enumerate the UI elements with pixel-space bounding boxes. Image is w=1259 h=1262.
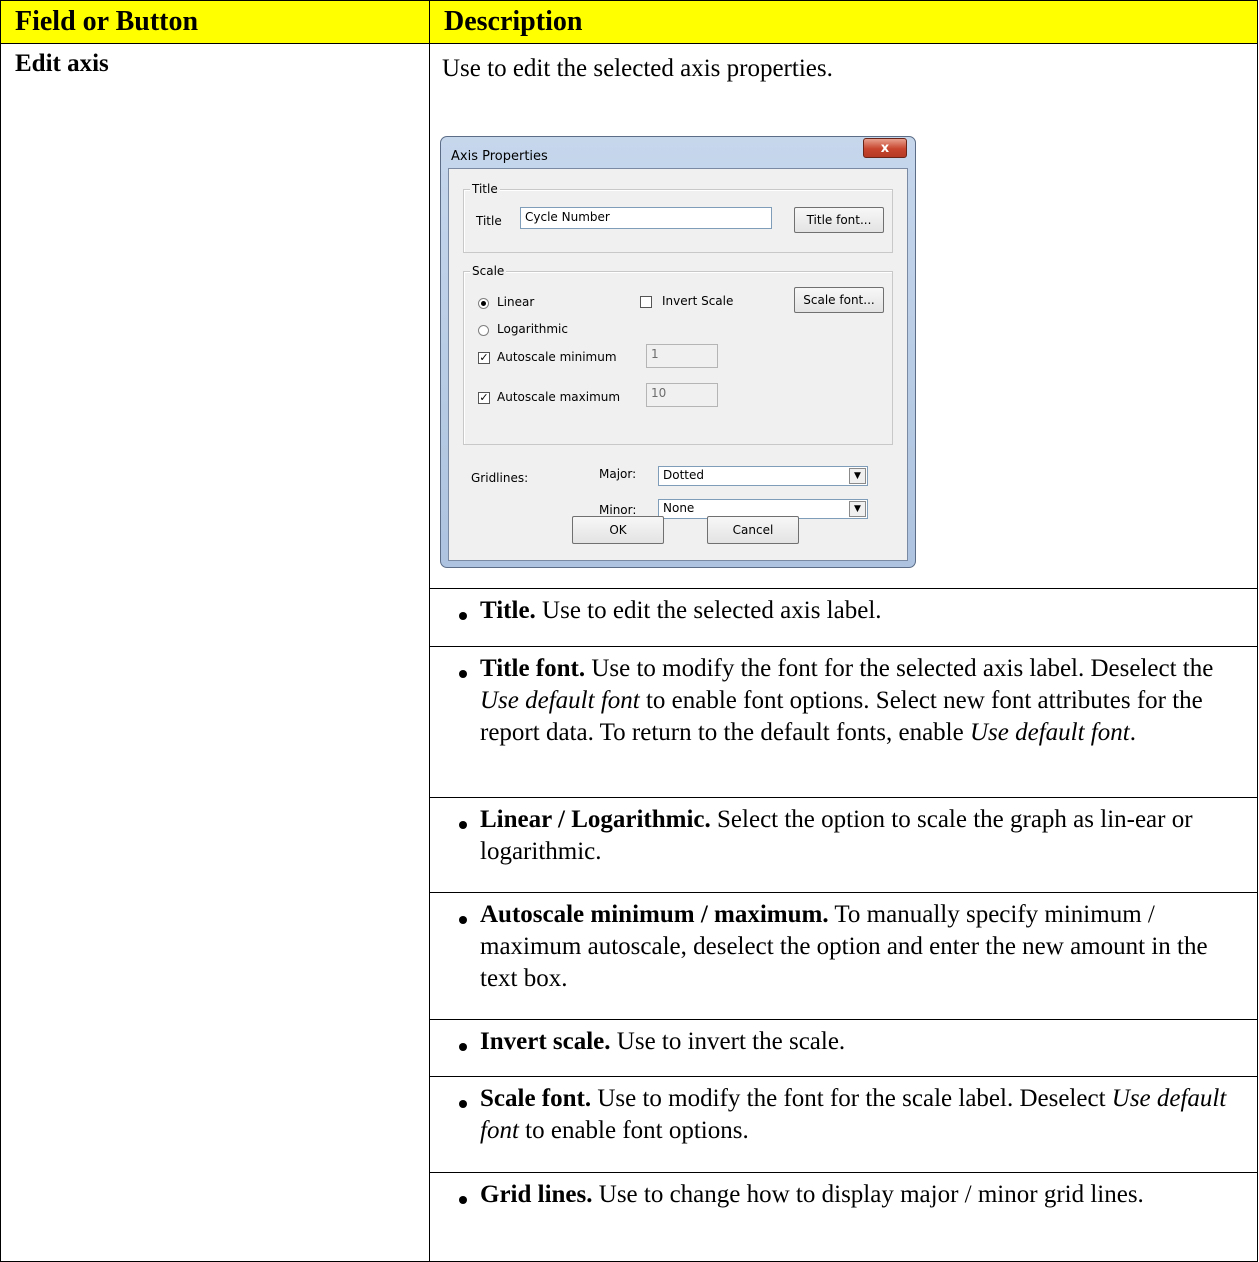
- list-item: Scale font. Use to modify the font for t…: [430, 1077, 1257, 1173]
- major-gridlines-value: Dotted: [663, 468, 704, 482]
- major-label: Major:: [599, 467, 637, 481]
- dialog-title: Axis Properties: [451, 149, 548, 164]
- bullet-term: Scale font.: [480, 1085, 592, 1112]
- minor-gridlines-value: None: [663, 501, 695, 515]
- minor-label: Minor:: [599, 503, 637, 517]
- bullet-text: Use to change how to display major / min…: [592, 1181, 1144, 1208]
- ok-button[interactable]: OK: [572, 516, 664, 544]
- cancel-button[interactable]: Cancel: [707, 516, 799, 544]
- bullet-term: Title font.: [480, 655, 586, 682]
- axis-properties-dialog: Axis Properties x Title Title Cycle Numb…: [440, 136, 916, 568]
- bullet-text: to enable font options.: [518, 1117, 749, 1144]
- gridlines-label: Gridlines:: [471, 471, 529, 485]
- description-cell: Use to edit the selected axis properties…: [429, 43, 1258, 1262]
- option-list: Title. Use to edit the selected axis lab…: [430, 589, 1257, 1261]
- bullet-icon: [459, 612, 467, 620]
- autoscale-min-label: Autoscale minimum: [497, 350, 617, 364]
- close-button[interactable]: x: [863, 138, 907, 158]
- scale-group: Scale Linear Logarithmic Invert Scale Sc…: [463, 264, 893, 445]
- logarithmic-radio[interactable]: [478, 325, 489, 336]
- autoscale-max-checkbox[interactable]: ✓: [478, 392, 490, 404]
- scale-group-label: Scale: [470, 264, 507, 278]
- title-input[interactable]: Cycle Number: [520, 207, 772, 229]
- bullet-text: Use to edit the selected axis label.: [535, 597, 882, 624]
- field-edit-axis: Edit axis: [0, 43, 430, 1262]
- major-gridlines-select[interactable]: Dotted ▼: [658, 466, 868, 486]
- title-group: Title Title Cycle Number Title font...: [463, 182, 893, 253]
- autoscale-min-input[interactable]: 1: [646, 344, 718, 368]
- bullet-icon: [459, 916, 467, 924]
- close-icon: x: [880, 141, 890, 156]
- title-group-label: Title: [470, 182, 500, 196]
- field-description-table: Field or Button Description Edit axis Us…: [0, 0, 1258, 1262]
- invert-scale-checkbox[interactable]: [640, 296, 652, 308]
- title-field-label: Title: [476, 214, 502, 228]
- linear-label: Linear: [497, 295, 535, 309]
- dialog-body: Title Title Cycle Number Title font... S…: [448, 168, 908, 561]
- title-font-button[interactable]: Title font...: [794, 207, 884, 233]
- bullet-text: .: [1129, 719, 1136, 746]
- list-item: Grid lines. Use to change how to display…: [430, 1173, 1257, 1261]
- bullet-emphasis: Use default font: [969, 719, 1130, 746]
- autoscale-max-input[interactable]: 10: [646, 383, 718, 407]
- bullet-emphasis: Use default font: [480, 687, 640, 714]
- linear-radio[interactable]: [478, 298, 489, 309]
- header-description: Description: [429, 0, 1258, 44]
- bullet-icon: [459, 670, 467, 678]
- list-item: Autoscale minimum / maximum. To manually…: [430, 893, 1257, 1020]
- bullet-text: Use to modify the font for the selected …: [585, 655, 1214, 682]
- bullet-text: Use to invert the scale.: [610, 1028, 846, 1055]
- bullet-term: Grid lines.: [480, 1181, 593, 1208]
- bullet-term: Autoscale minimum / maximum.: [480, 901, 829, 928]
- header-field-or-button: Field or Button: [0, 0, 430, 44]
- list-item: Invert scale. Use to invert the scale.: [430, 1020, 1257, 1077]
- bullet-term: Invert scale.: [480, 1028, 611, 1055]
- dialog-screenshot: Axis Properties x Title Title Cycle Numb…: [430, 98, 1257, 589]
- chevron-down-icon[interactable]: ▼: [849, 501, 866, 517]
- autoscale-min-checkbox[interactable]: ✓: [478, 352, 490, 364]
- bullet-term: Title.: [480, 597, 536, 624]
- bullet-icon: [459, 1043, 467, 1051]
- bullet-icon: [459, 1196, 467, 1204]
- bullet-icon: [459, 1100, 467, 1108]
- bullet-icon: [459, 821, 467, 829]
- description-intro: Use to edit the selected axis properties…: [442, 55, 833, 82]
- autoscale-max-label: Autoscale maximum: [497, 390, 621, 404]
- chevron-down-icon[interactable]: ▼: [849, 468, 866, 484]
- bullet-text: Use to modify the font for the scale lab…: [591, 1085, 1112, 1112]
- logarithmic-label: Logarithmic: [497, 322, 568, 336]
- bullet-term: Linear / Logarithmic.: [480, 806, 711, 833]
- scale-font-button[interactable]: Scale font...: [794, 287, 884, 313]
- list-item: Title font. Use to modify the font for t…: [430, 647, 1257, 798]
- invert-scale-label: Invert Scale: [662, 294, 734, 308]
- list-item: Linear / Logarithmic. Select the option …: [430, 798, 1257, 893]
- list-item: Title. Use to edit the selected axis lab…: [430, 589, 1257, 647]
